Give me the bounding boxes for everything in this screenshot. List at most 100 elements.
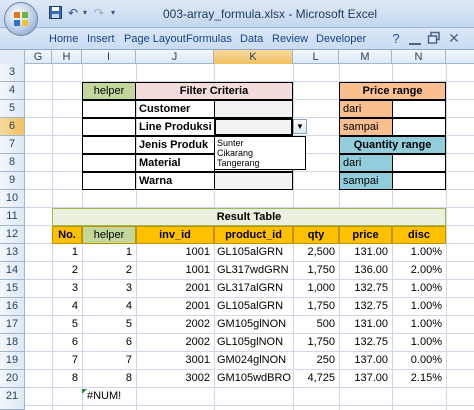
result-cell-no[interactable]: 7	[52, 352, 82, 370]
row-header-13[interactable]: 13	[0, 244, 25, 262]
dropdown-option[interactable]: Tangerang	[215, 158, 305, 168]
result-header-helper[interactable]: helper	[82, 226, 136, 244]
restore-icon[interactable]	[427, 31, 441, 45]
result-cell-helper[interactable]: 2	[82, 262, 136, 280]
row-header-6[interactable]: 6	[0, 118, 25, 136]
result-cell-helper[interactable]: 8	[82, 370, 136, 388]
quantity-range-from-label[interactable]: dari	[339, 154, 393, 172]
dropdown-option[interactable]: Sunter	[215, 138, 305, 148]
row-header-20[interactable]: 20	[0, 370, 25, 388]
price-range-from-label[interactable]: dari	[339, 100, 393, 118]
result-cell-no[interactable]: 8	[52, 370, 82, 388]
row-header-18[interactable]: 18	[0, 334, 25, 352]
dropdown-arrow-icon[interactable]: ▼	[293, 119, 307, 134]
result-cell-price[interactable]: 132.75	[339, 298, 392, 316]
result-cell-product-id[interactable]: GM105glNON	[214, 316, 293, 334]
result-cell-disc[interactable]: 1.00%	[392, 244, 446, 262]
result-cell-product-id[interactable]: GL105glNON	[214, 334, 293, 352]
row-header-19[interactable]: 19	[0, 352, 25, 370]
filter-criteria-title[interactable]: Filter Criteria	[135, 82, 293, 100]
price-range-to-input[interactable]	[392, 118, 446, 136]
customize-qat-icon[interactable]: ▾	[106, 6, 120, 20]
result-cell-no[interactable]: 3	[52, 280, 82, 298]
column-header-g[interactable]: G	[25, 50, 52, 64]
result-cell-price[interactable]: 131.00	[339, 316, 392, 334]
row-header-3[interactable]: 3	[0, 64, 25, 82]
result-cell-qty[interactable]: 4,725	[293, 370, 339, 388]
result-cell-qty[interactable]: 250	[293, 352, 339, 370]
result-cell-no[interactable]: 6	[52, 334, 82, 352]
filter-label-customer[interactable]: Customer	[135, 100, 215, 118]
tab-home[interactable]: Home	[49, 31, 78, 47]
row-header-14[interactable]: 14	[0, 262, 25, 280]
result-cell-helper[interactable]: 1	[82, 244, 136, 262]
result-cell-helper[interactable]: 4	[82, 298, 136, 316]
filter-helper-cell[interactable]	[82, 136, 136, 154]
help-icon[interactable]: ?	[388, 31, 404, 47]
select-all-corner[interactable]	[0, 50, 25, 64]
result-cell-price[interactable]: 132.75	[339, 280, 392, 298]
result-cell-product-id[interactable]: GM105wdBRO	[214, 370, 293, 388]
tab-developer[interactable]: Developer	[316, 31, 366, 47]
result-cell-price[interactable]: 137.00	[339, 370, 392, 388]
minimize-icon[interactable]	[409, 33, 421, 45]
quantity-range-to-label[interactable]: sampai	[339, 172, 393, 190]
result-cell-disc[interactable]: 1.00%	[392, 334, 446, 352]
office-button[interactable]	[4, 2, 38, 36]
result-cell-product-id[interactable]: GL317wdGRN	[214, 262, 293, 280]
result-cell-price[interactable]: 137.00	[339, 352, 392, 370]
result-cell-qty[interactable]: 2,500	[293, 244, 339, 262]
result-error-cell[interactable]: #NUM!	[84, 388, 144, 406]
result-cell-disc[interactable]: 2.15%	[392, 370, 446, 388]
column-header-i[interactable]: I	[82, 50, 136, 64]
tab-insert[interactable]: Insert	[87, 31, 115, 47]
result-cell-product-id[interactable]: GM024glNON	[214, 352, 293, 370]
row-header-8[interactable]: 8	[0, 154, 25, 172]
save-icon[interactable]	[48, 6, 62, 20]
result-cell-qty[interactable]: 1,000	[293, 280, 339, 298]
result-header-qty[interactable]: qty	[293, 226, 339, 244]
result-cell-helper[interactable]: 5	[82, 316, 136, 334]
result-cell-product-id[interactable]: GL105alGRN	[214, 244, 293, 262]
result-cell-disc[interactable]: 1.00%	[392, 316, 446, 334]
row-header-7[interactable]: 7	[0, 136, 25, 154]
result-cell-price[interactable]: 131.00	[339, 244, 392, 262]
result-cell-no[interactable]: 2	[52, 262, 82, 280]
filter-helper-header[interactable]: helper	[82, 82, 136, 100]
undo-dropdown-icon[interactable]: ▾	[78, 6, 92, 20]
quantity-range-to-input[interactable]	[392, 172, 446, 190]
filter-label-jenis-produk[interactable]: Jenis Produk	[135, 136, 215, 154]
row-header-21[interactable]: 21	[0, 388, 25, 410]
result-cell-qty[interactable]: 1,750	[293, 334, 339, 352]
result-cell-disc[interactable]: 0.00%	[392, 352, 446, 370]
result-cell-disc[interactable]: 2.00%	[392, 262, 446, 280]
result-header-no[interactable]: No.	[52, 226, 82, 244]
tab-data[interactable]: Data	[240, 31, 263, 47]
row-header-12[interactable]: 12	[0, 226, 25, 244]
result-cell-inv-id[interactable]: 3001	[136, 352, 214, 370]
result-cell-inv-id[interactable]: 1001	[136, 262, 214, 280]
filter-input-warna[interactable]	[214, 172, 293, 190]
result-cell-product-id[interactable]: GL105alGRN	[214, 298, 293, 316]
filter-label-material[interactable]: Material	[135, 154, 215, 172]
filter-helper-cell[interactable]	[82, 154, 136, 172]
row-header-15[interactable]: 15	[0, 280, 25, 298]
row-header-10[interactable]: 10	[0, 190, 25, 208]
row-header-11[interactable]: 11	[0, 208, 25, 226]
filter-input-line-produksi[interactable]	[214, 118, 293, 136]
result-cell-inv-id[interactable]: 2002	[136, 316, 214, 334]
line-produksi-dropdown-list[interactable]: Sunter Cikarang Tangerang	[214, 136, 306, 170]
result-cell-inv-id[interactable]: 2001	[136, 298, 214, 316]
result-cell-no[interactable]: 4	[52, 298, 82, 316]
result-cell-qty[interactable]: 1,750	[293, 298, 339, 316]
result-header-price[interactable]: price	[339, 226, 392, 244]
row-header-17[interactable]: 17	[0, 316, 25, 334]
result-cell-qty[interactable]: 500	[293, 316, 339, 334]
filter-input-customer[interactable]	[214, 100, 293, 118]
quantity-range-title[interactable]: Quantity range	[339, 136, 446, 154]
quantity-range-from-input[interactable]	[392, 154, 446, 172]
result-cell-helper[interactable]: 6	[82, 334, 136, 352]
result-cell-price[interactable]: 132.75	[339, 334, 392, 352]
result-header-inv-id[interactable]: inv_id	[136, 226, 214, 244]
row-header-4[interactable]: 4	[0, 82, 25, 100]
